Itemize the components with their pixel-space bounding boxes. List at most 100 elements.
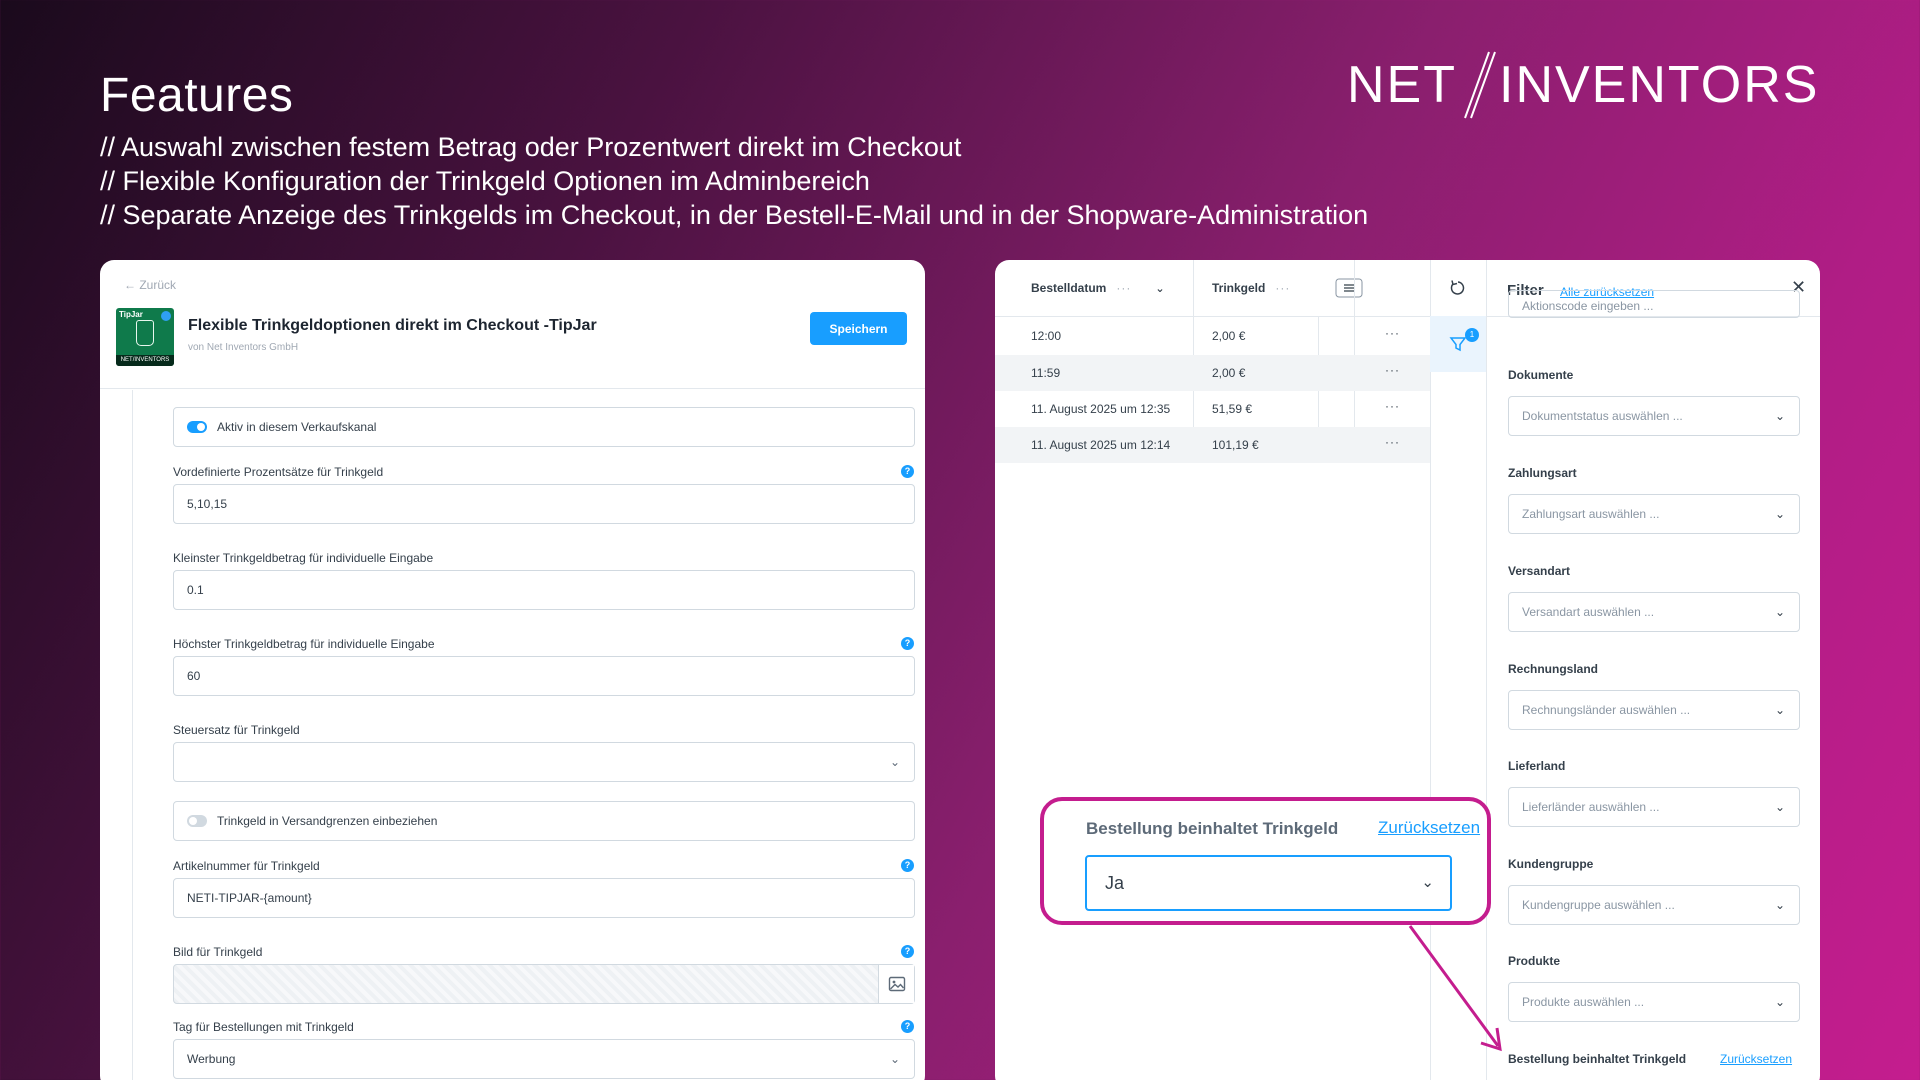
filter-label: Zahlungsart — [1508, 466, 1577, 480]
image-picker-button[interactable] — [878, 965, 914, 1003]
chevron-down-icon: ⌄ — [889, 1052, 900, 1066]
callout-reset-link[interactable]: Zurücksetzen — [1378, 818, 1480, 838]
shipping-toggle-label: Trinkgeld in Versandgrenzen einbeziehen — [217, 814, 438, 828]
column-label: Bestelldatum — [1031, 281, 1107, 295]
help-icon[interactable]: ? — [901, 465, 914, 478]
slide-title: Features — [100, 69, 294, 122]
row-actions-icon[interactable]: ··· — [1385, 326, 1400, 340]
filter-label: Produkte — [1508, 954, 1561, 968]
percent-input[interactable]: 5,10,15 — [173, 484, 915, 524]
percent-label: Vordefinierte Prozentsätze für Trinkgeld — [173, 465, 384, 479]
table-row[interactable]: 11. August 2025 um 12:35 51,59 € ··· — [995, 391, 1430, 427]
filter-placeholder: Zahlungsart auswählen ... — [1522, 507, 1660, 521]
image-icon — [888, 976, 905, 992]
tip-filter-callout: Bestellung beinhaltet Trinkgeld Zurückse… — [1040, 797, 1491, 925]
order-tip: 101,19 € — [1212, 438, 1259, 452]
shipping-toggle[interactable] — [187, 815, 207, 827]
active-toggle[interactable] — [187, 421, 207, 433]
filter-select-documents[interactable]: Dokumentstatus auswählen ... ⌄ — [1508, 396, 1800, 436]
help-icon[interactable]: ? — [901, 859, 914, 872]
image-upload-field[interactable] — [173, 964, 915, 1004]
chevron-down-icon: ⌄ — [889, 755, 900, 769]
help-icon[interactable]: ? — [901, 945, 914, 958]
filter-label: Lieferland — [1508, 759, 1566, 773]
image-label: Bild für Trinkgeld — [173, 945, 263, 959]
refresh-icon — [1450, 280, 1465, 295]
sku-input[interactable]: NETI-TIPJAR-{amount} — [173, 878, 915, 918]
min-amount-label: Kleinster Trinkgeldbetrag für individuel… — [173, 551, 434, 565]
save-button[interactable]: Speichern — [810, 312, 907, 345]
table-row[interactable]: 11. August 2025 um 12:14 101,19 € ··· — [995, 427, 1430, 463]
tax-rate-select[interactable]: ⌄ — [173, 742, 915, 782]
plugin-icon: TipJar NET/INVENTORS — [116, 308, 174, 366]
table-row[interactable]: 11:59 2,00 € ··· — [995, 355, 1430, 391]
sku-label: Artikelnummer für Trinkgeld — [173, 859, 320, 873]
tip-filter-reset-link[interactable]: Zurücksetzen — [1720, 1052, 1792, 1066]
filter-select-products[interactable]: Produkte auswählen ... ⌄ — [1508, 982, 1800, 1022]
chevron-down-icon[interactable]: ⌄ — [1155, 282, 1164, 295]
filter-placeholder: Produkte auswählen ... — [1522, 995, 1645, 1009]
table-row[interactable]: 12:00 2,00 € ··· — [995, 318, 1430, 354]
filter-select-shipping[interactable]: Versandart auswählen ... ⌄ — [1508, 592, 1800, 632]
plugin-vendor: von Net Inventors GmbH — [188, 342, 299, 353]
order-tip: 2,00 € — [1212, 329, 1246, 343]
order-tip: 51,59 € — [1212, 402, 1253, 416]
feature-list: // Auswahl zwischen festem Betrag oder P… — [100, 130, 1368, 232]
filter-placeholder: Rechnungsländer auswählen ... — [1522, 703, 1691, 717]
tag-select[interactable]: Werbung ⌄ — [173, 1039, 915, 1079]
help-icon[interactable]: ? — [901, 1020, 914, 1033]
column-menu-icon[interactable]: ··· — [1275, 281, 1290, 295]
row-actions-icon[interactable]: ··· — [1385, 399, 1400, 413]
filter-select-payment[interactable]: Zahlungsart auswählen ... ⌄ — [1508, 494, 1800, 534]
filter-select-billing-country[interactable]: Rechnungsländer auswählen ... ⌄ — [1508, 690, 1800, 730]
max-amount-label: Höchster Trinkgeldbetrag für individuell… — [173, 637, 435, 651]
feature-bullet: // Auswahl zwischen festem Betrag oder P… — [100, 132, 962, 162]
plugin-title: Flexible Trinkgeldoptionen direkt im Che… — [188, 317, 597, 334]
net-inventors-logo: NET INVENTORS — [1347, 50, 1819, 120]
row-actions-icon[interactable]: ··· — [1385, 363, 1400, 377]
column-menu-icon[interactable]: ··· — [1116, 281, 1131, 295]
sidebar-divider — [1430, 260, 1431, 1080]
order-date: 11. August 2025 um 12:14 — [1031, 438, 1171, 452]
column-header-tip[interactable]: Trinkgeld ··· — [1212, 260, 1290, 316]
filter-select-delivery-country[interactable]: Lieferländer auswählen ... ⌄ — [1508, 787, 1800, 827]
max-amount-input[interactable]: 60 — [173, 656, 915, 696]
order-date: 11. August 2025 um 12:35 — [1031, 402, 1171, 416]
tip-filter-select[interactable]: Ja ⌄ — [1085, 855, 1452, 911]
tip-filter-label: Bestellung beinhaltet Trinkgeld — [1508, 1052, 1687, 1066]
active-toggle-row[interactable]: Aktiv in diesem Verkaufskanal — [173, 407, 915, 447]
filter-select-customer-group[interactable]: Kundengruppe auswählen ... ⌄ — [1508, 885, 1800, 925]
order-date: 12:00 — [1031, 329, 1062, 343]
plugin-icon-footer: NET/INVENTORS — [116, 355, 174, 366]
help-icon[interactable]: ? — [901, 637, 914, 650]
shipping-toggle-row[interactable]: Trinkgeld in Versandgrenzen einbeziehen — [173, 801, 915, 841]
order-date: 11:59 — [1031, 366, 1061, 380]
promo-code-input[interactable]: Aktionscode eingeben ... — [1508, 290, 1800, 318]
chevron-down-icon: ⌄ — [1774, 409, 1785, 423]
tag-value: Werbung — [187, 1052, 236, 1066]
filter-placeholder: Lieferländer auswählen ... — [1522, 800, 1660, 814]
tag-label: Tag für Bestellungen mit Trinkgeld — [173, 1020, 354, 1034]
tip-jar-icon — [136, 320, 154, 346]
column-header-order-date[interactable]: Bestelldatum ··· ⌄ — [1031, 260, 1165, 316]
row-actions-icon[interactable]: ··· — [1385, 435, 1400, 449]
feature-bullet: // Separate Anzeige des Trinkgelds im Ch… — [100, 200, 1369, 230]
filter-sidebar-button[interactable] — [1430, 316, 1486, 372]
active-toggle-label: Aktiv in diesem Verkaufskanal — [217, 420, 377, 434]
logo-text-left: NET — [1347, 56, 1457, 114]
filter-label: Versandart — [1508, 564, 1571, 578]
chevron-down-icon: ⌄ — [1774, 898, 1785, 912]
plugin-icon-badge — [161, 311, 171, 321]
chevron-down-icon: ⌄ — [1774, 995, 1785, 1009]
column-label: Trinkgeld — [1212, 281, 1266, 295]
list-settings-icon — [1335, 278, 1363, 298]
chevron-down-icon: ⌄ — [1774, 800, 1785, 814]
table-divider — [995, 316, 1430, 317]
min-amount-input[interactable]: 0.1 — [173, 570, 915, 610]
chevron-down-icon: ⌄ — [1774, 605, 1785, 619]
filter-label: Dokumente — [1508, 368, 1574, 382]
back-link[interactable]: ← Zurück — [124, 278, 176, 292]
refresh-button[interactable] — [1430, 270, 1486, 306]
column-settings-button[interactable] — [1321, 274, 1377, 302]
tip-filter-value: Ja — [1105, 872, 1125, 893]
